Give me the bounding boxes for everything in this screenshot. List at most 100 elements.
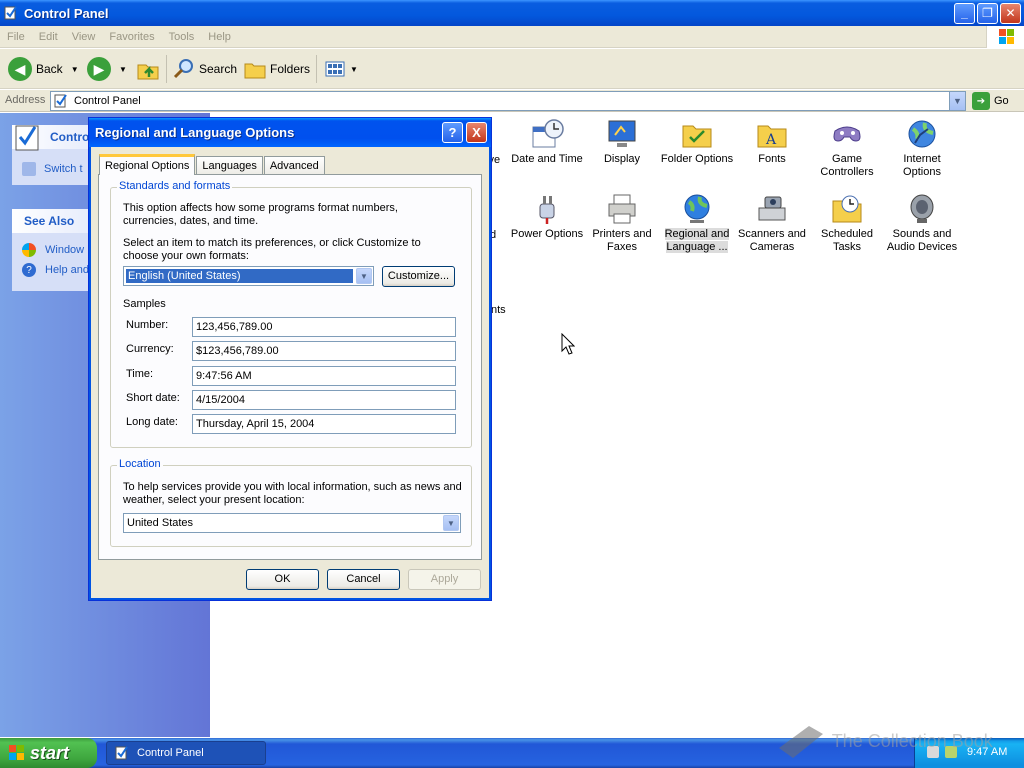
address-value: Control Panel <box>74 95 141 107</box>
power-options-icon <box>539 196 555 224</box>
printers-and-faxes-item[interactable]: Printers and Faxes <box>585 192 659 254</box>
sample-time-field: 9:47:56 AM <box>192 366 456 386</box>
dialog-tabs: Regional Options Languages Advanced <box>99 154 326 175</box>
address-bar: Address Control Panel ▼ ➔ Go <box>0 90 1024 112</box>
partial-category-label: nts <box>491 304 506 316</box>
folders-button[interactable]: Folders <box>243 55 310 83</box>
menu-help[interactable]: Help <box>201 31 238 43</box>
sample-number-field: 123,456,789.00 <box>192 317 456 337</box>
cancel-button[interactable]: Cancel <box>327 569 400 590</box>
location-select-value: United States <box>127 517 194 529</box>
back-button[interactable]: ◀ Back ▼ <box>8 55 79 83</box>
regional-and-language-item[interactable]: Regional and Language ... <box>660 192 734 254</box>
location-group: Location To help services provide you wi… <box>110 458 472 547</box>
display-item[interactable]: Display <box>585 117 659 166</box>
go-arrow-icon: ➔ <box>972 92 990 110</box>
address-input[interactable]: Control Panel ▼ <box>50 91 966 111</box>
switch-view-icon <box>22 162 36 176</box>
go-button[interactable]: ➔ Go <box>972 92 1009 110</box>
fonts-icon: A <box>757 125 787 148</box>
chevron-down-icon[interactable]: ▼ <box>443 515 459 531</box>
maximize-button[interactable]: ❐ <box>977 3 998 24</box>
forward-button[interactable]: ▶ ▼ <box>87 55 127 83</box>
start-button[interactable]: start <box>0 738 97 768</box>
dialog-close-button[interactable]: X <box>466 122 487 143</box>
menu-view[interactable]: View <box>65 31 103 43</box>
menu-file[interactable]: File <box>0 31 32 43</box>
internet-options-item[interactable]: Internet Options <box>885 117 959 179</box>
standards-instructions: Select an item to match its preferences,… <box>123 237 421 262</box>
sample-currency-label: Currency: <box>126 343 174 355</box>
format-select[interactable]: English (United States) ▼ <box>123 266 374 286</box>
regional-options-dialog: Regional and Language Options ? X Region… <box>88 117 492 601</box>
power-options-item[interactable]: Power Options <box>510 192 584 241</box>
close-button[interactable]: ✕ <box>1000 3 1021 24</box>
up-folder-button[interactable] <box>136 55 160 83</box>
chevron-down-icon[interactable]: ▼ <box>949 92 965 110</box>
dialog-title: Regional and Language Options <box>95 125 295 140</box>
minimize-button[interactable]: _ <box>954 3 975 24</box>
search-button[interactable]: Search <box>172 55 237 83</box>
tab-regional-options[interactable]: Regional Options <box>99 154 196 175</box>
tab-advanced[interactable]: Advanced <box>263 156 325 175</box>
folder-up-icon <box>137 64 159 80</box>
search-icon <box>173 59 193 79</box>
views-button[interactable]: ▼ <box>323 55 358 83</box>
svg-text:A: A <box>765 132 777 148</box>
window-titlebar: Control Panel _ ❐ ✕ <box>0 0 1024 26</box>
chevron-down-icon[interactable]: ▼ <box>350 65 358 74</box>
menu-favorites[interactable]: Favorites <box>102 31 161 43</box>
control-panel-icon <box>4 6 17 20</box>
display-icon <box>608 120 636 147</box>
chevron-down-icon[interactable]: ▼ <box>71 65 79 74</box>
fonts-item[interactable]: A Fonts <box>735 117 809 166</box>
date-and-time-item[interactable]: Date and Time <box>510 117 584 166</box>
standards-group: Standards and formats This option affect… <box>110 180 472 448</box>
scanners-and-cameras-item[interactable]: Scanners and Cameras <box>735 192 809 254</box>
menu-bar: File Edit View Favorites Tools Help <box>0 26 1024 48</box>
help-icon: ? <box>22 263 36 277</box>
format-select-value: English (United States) <box>125 268 354 284</box>
forward-arrow-icon: ▶ <box>87 57 111 81</box>
internet-globe-icon <box>908 120 936 148</box>
standards-description: This option affects how some programs fo… <box>123 202 398 227</box>
toolbar-separator <box>316 55 317 83</box>
scanner-camera-icon <box>758 196 786 221</box>
tab-languages[interactable]: Languages <box>196 156 263 175</box>
book-logo-icon <box>779 726 823 758</box>
game-controllers-item[interactable]: Game Controllers <box>810 117 884 179</box>
dialog-titlebar: Regional and Language Options <box>89 118 491 147</box>
sample-long-date-label: Long date: <box>126 416 178 428</box>
sample-number-label: Number: <box>126 319 169 331</box>
sample-time-label: Time: <box>126 368 154 380</box>
menu-tools[interactable]: Tools <box>162 31 202 43</box>
menu-edit[interactable]: Edit <box>32 31 65 43</box>
chevron-down-icon[interactable]: ▼ <box>119 65 127 74</box>
chevron-down-icon[interactable]: ▼ <box>356 268 372 284</box>
views-icon <box>325 61 345 77</box>
sample-short-date-field: 4/15/2004 <box>192 390 456 410</box>
regional-globe-icon <box>684 194 710 223</box>
printer-icon <box>608 194 636 224</box>
control-panel-icon <box>15 125 39 151</box>
control-panel-icon <box>54 94 67 108</box>
window-title: Control Panel <box>24 5 109 21</box>
folder-options-item[interactable]: Folder Options <box>660 117 734 166</box>
location-select[interactable]: United States ▼ <box>123 513 461 533</box>
mouse-cursor-icon <box>561 333 575 355</box>
regional-options-panel: Standards and formats This option affect… <box>98 174 482 560</box>
scheduled-tasks-item[interactable]: Scheduled Tasks <box>810 192 884 254</box>
standards-legend: Standards and formats <box>117 180 233 192</box>
folder-options-icon <box>682 125 712 148</box>
location-description: To help services provide you with local … <box>123 481 462 506</box>
toolbar: ◀ Back ▼ ▶ ▼ Search Folders ▼ <box>0 49 1024 89</box>
taskbar-item-control-panel[interactable]: Control Panel <box>106 741 266 765</box>
sounds-and-audio-item[interactable]: Sounds and Audio Devices <box>885 192 959 254</box>
help-button[interactable]: ? <box>442 122 463 143</box>
apply-button[interactable]: Apply <box>408 569 481 590</box>
address-label: Address <box>5 94 46 106</box>
ok-button[interactable]: OK <box>246 569 319 590</box>
samples-label: Samples <box>123 298 166 310</box>
customize-button[interactable]: Customize... <box>382 266 455 287</box>
toolbar-separator <box>166 55 167 83</box>
